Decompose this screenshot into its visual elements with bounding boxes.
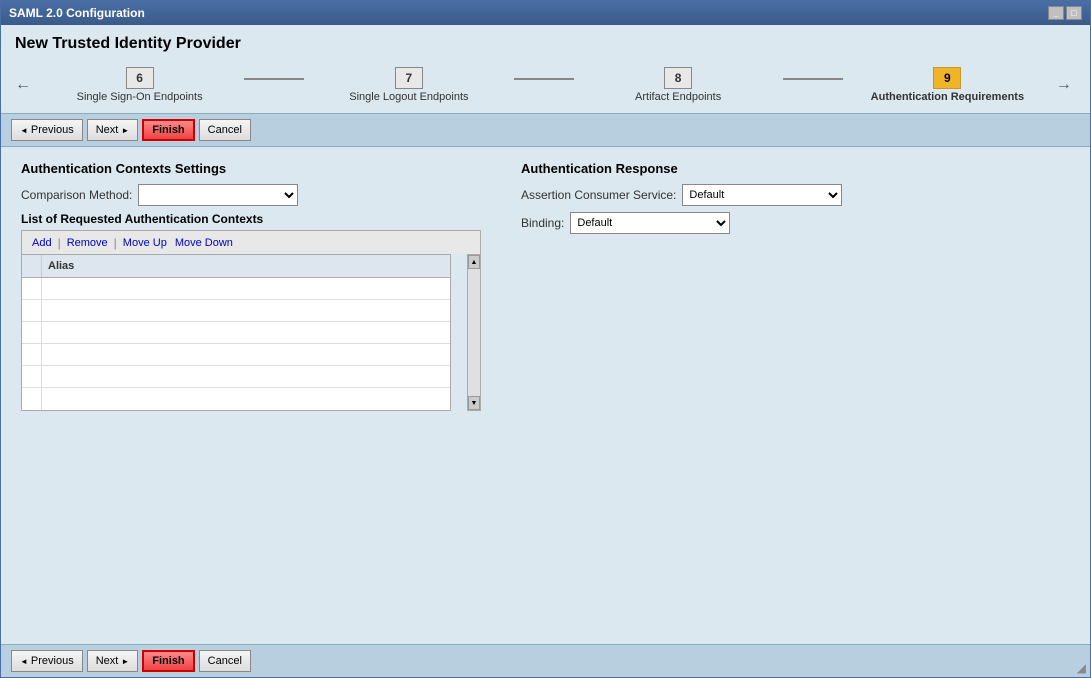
consumer-service-label: Assertion Consumer Service: (521, 188, 676, 202)
list-container: Alias (21, 254, 481, 411)
auth-response-section-title: Authentication Response (521, 161, 1070, 176)
top-next-button[interactable]: Next (87, 119, 139, 141)
binding-label: Binding: (521, 216, 564, 230)
step-8-number: 8 (664, 67, 692, 89)
scroll-down-arrow[interactable]: ▼ (468, 396, 480, 410)
resize-handle[interactable]: ◢ (1077, 661, 1086, 675)
list-column-alias: Alias (42, 257, 80, 275)
list-header-checkbox (22, 255, 42, 277)
step-8: 8 Artifact Endpoints (574, 67, 783, 103)
list-toolbar: Add | Remove | Move Up Move Down (21, 230, 481, 254)
list-separator-2: | (114, 236, 117, 250)
restore-button[interactable]: □ (1066, 6, 1082, 20)
top-toolbar: Previous Next Finish Cancel (1, 113, 1090, 147)
comparison-method-select[interactable]: exact minimum maximum better (138, 184, 298, 206)
list-move-up-button[interactable]: Move Up (119, 237, 171, 249)
top-cancel-button[interactable]: Cancel (199, 119, 251, 141)
wizard-steps: ← 6 Single Sign-On Endpoints 7 Single Lo… (1, 59, 1090, 113)
step-6-number: 6 (126, 67, 154, 89)
main-window: SAML 2.0 Configuration _ □ New Trusted I… (0, 0, 1091, 678)
window-title: SAML 2.0 Configuration (9, 6, 145, 20)
scroll-up-arrow[interactable]: ▲ (468, 255, 480, 269)
step-9-label: Authentication Requirements (871, 91, 1024, 103)
consumer-service-select[interactable]: Default (682, 184, 842, 206)
list-row-5-checkbox (22, 366, 42, 387)
list-row-5[interactable] (22, 366, 450, 388)
list-header: Alias (22, 255, 450, 278)
bottom-toolbar: Previous Next Finish Cancel (1, 644, 1090, 677)
list-table: Alias (21, 254, 451, 411)
list-row-3[interactable] (22, 322, 450, 344)
list-row-2-checkbox (22, 300, 42, 321)
bottom-finish-button[interactable]: Finish (142, 650, 194, 672)
binding-select[interactable]: Default (570, 212, 730, 234)
top-finish-button[interactable]: Finish (142, 119, 194, 141)
step-7-label: Single Logout Endpoints (349, 91, 468, 103)
list-row-4[interactable] (22, 344, 450, 366)
step-group: 6 Single Sign-On Endpoints 7 Single Logo… (35, 67, 1052, 103)
comparison-method-row: Comparison Method: exact minimum maximum… (21, 184, 481, 206)
list-row-1-checkbox (22, 278, 42, 299)
list-row-1[interactable] (22, 278, 450, 300)
comparison-method-label: Comparison Method: (21, 188, 132, 202)
minimize-button[interactable]: _ (1048, 6, 1064, 20)
auth-contexts-section-title: Authentication Contexts Settings (21, 161, 481, 176)
list-move-down-button[interactable]: Move Down (171, 237, 237, 249)
step-9: 9 Authentication Requirements (843, 67, 1052, 103)
wizard-arrow-right-icon: ← (1056, 76, 1072, 94)
binding-row: Binding: Default (521, 212, 1070, 234)
step-7-number: 7 (395, 67, 423, 89)
main-content: New Trusted Identity Provider ← 6 Single… (1, 25, 1090, 677)
list-add-button[interactable]: Add (28, 237, 56, 249)
list-row-6-checkbox (22, 388, 42, 410)
step-8-label: Artifact Endpoints (635, 91, 721, 103)
list-row-6[interactable] (22, 388, 450, 410)
list-row-2[interactable] (22, 300, 450, 322)
list-remove-button[interactable]: Remove (63, 237, 112, 249)
list-row-4-checkbox (22, 344, 42, 365)
list-separator-1: | (58, 236, 61, 250)
title-bar-buttons: _ □ (1048, 6, 1082, 20)
step-connector-6-7 (244, 78, 304, 80)
wizard-arrow-left-icon: ← (15, 76, 31, 94)
top-previous-button[interactable]: Previous (11, 119, 83, 141)
title-bar: SAML 2.0 Configuration _ □ (1, 1, 1090, 25)
bottom-cancel-button[interactable]: Cancel (199, 650, 251, 672)
step-6: 6 Single Sign-On Endpoints (35, 67, 244, 103)
step-connector-8-9 (783, 78, 843, 80)
requested-contexts-title: List of Requested Authentication Context… (21, 212, 481, 226)
form-area: Authentication Contexts Settings Compari… (1, 147, 1090, 644)
list-row-3-checkbox (22, 322, 42, 343)
step-connector-7-8 (514, 78, 574, 80)
form-left: Authentication Contexts Settings Compari… (21, 161, 481, 630)
page-title: New Trusted Identity Provider (1, 25, 1090, 59)
step-7: 7 Single Logout Endpoints (304, 67, 513, 103)
step-9-number: 9 (933, 67, 961, 89)
consumer-service-row: Assertion Consumer Service: Default (521, 184, 1070, 206)
step-6-label: Single Sign-On Endpoints (77, 91, 203, 103)
bottom-next-button[interactable]: Next (87, 650, 139, 672)
form-right: Authentication Response Assertion Consum… (521, 161, 1070, 630)
bottom-previous-button[interactable]: Previous (11, 650, 83, 672)
list-scrollbar[interactable]: ▲ ▼ (467, 254, 481, 411)
